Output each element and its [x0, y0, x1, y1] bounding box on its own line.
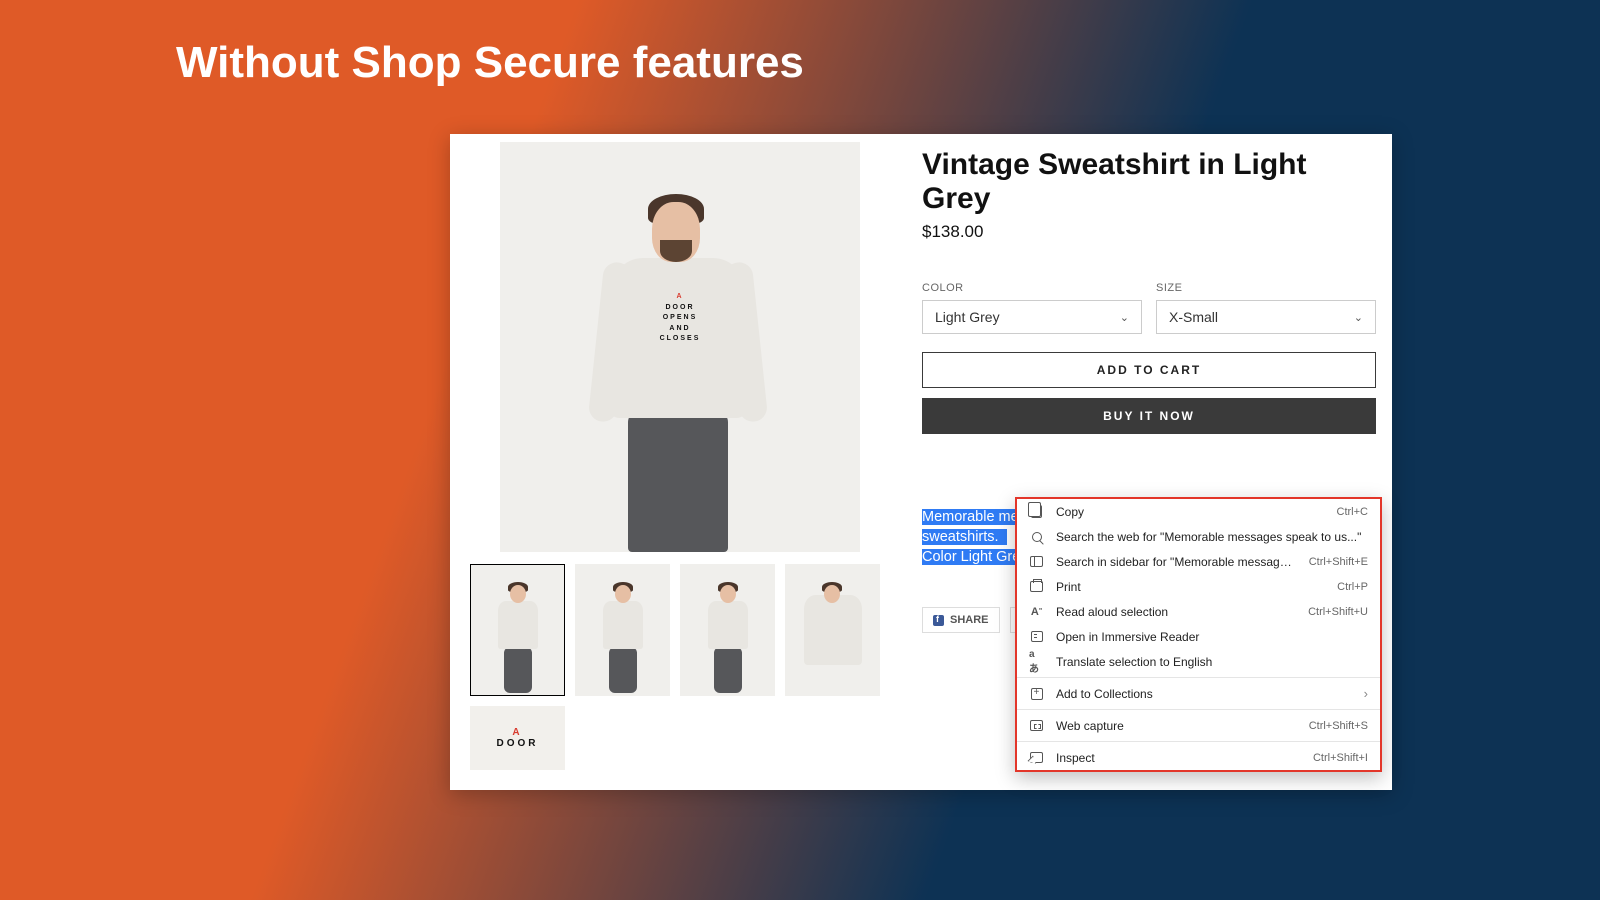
ctx-immersive-reader[interactable]: Open in Immersive Reader — [1017, 624, 1380, 649]
search-icon — [1029, 529, 1044, 544]
ctx-inspect[interactable]: Inspect Ctrl+Shift+I — [1017, 745, 1380, 770]
inspect-icon — [1029, 750, 1044, 765]
immersive-reader-icon — [1029, 629, 1044, 644]
thumbnail-5[interactable]: A DOOR — [470, 706, 565, 770]
add-to-cart-button[interactable]: ADD TO CART — [922, 352, 1376, 388]
facebook-icon — [933, 615, 944, 626]
context-menu: Copy Ctrl+C Search the web for "Memorabl… — [1015, 497, 1382, 772]
copy-icon — [1029, 504, 1044, 519]
slide-title: Without Shop Secure features — [176, 38, 804, 88]
chevron-right-icon: › — [1364, 686, 1368, 701]
shirt-text-1: DOOR — [666, 304, 695, 311]
buy-now-button[interactable]: BUY IT NOW — [922, 398, 1376, 434]
ctx-print[interactable]: Print Ctrl+P — [1017, 574, 1380, 599]
thumbnail-row: A DOOR — [470, 564, 890, 770]
thumb5-a: A — [512, 727, 522, 738]
size-select[interactable]: X-Small ⌄ — [1156, 300, 1376, 334]
read-aloud-icon: A" — [1029, 604, 1044, 619]
thumbnail-3[interactable] — [680, 564, 775, 696]
shirt-text-2: OPENS — [663, 314, 698, 321]
ctx-search-web[interactable]: Search the web for "Memorable messages s… — [1017, 524, 1380, 549]
model-illustration: A DOOR OPENS AND CLOSES — [580, 172, 780, 552]
translate-icon: aあ — [1029, 654, 1044, 669]
thumbnail-2[interactable] — [575, 564, 670, 696]
thumbnail-4[interactable] — [785, 564, 880, 696]
main-product-image[interactable]: A DOOR OPENS AND CLOSES — [500, 142, 860, 552]
ctx-copy[interactable]: Copy Ctrl+C — [1017, 499, 1380, 524]
color-select[interactable]: Light Grey ⌄ — [922, 300, 1142, 334]
product-price: $138.00 — [922, 222, 1376, 242]
ctx-add-collections[interactable]: Add to Collections › — [1017, 681, 1380, 706]
ctx-read-aloud[interactable]: A" Read aloud selection Ctrl+Shift+U — [1017, 599, 1380, 624]
share-facebook-button[interactable]: SHARE — [922, 607, 1000, 633]
thumb5-l1: DOOR — [497, 738, 539, 749]
product-gallery: A DOOR OPENS AND CLOSES — [470, 142, 890, 790]
ctx-translate[interactable]: aあ Translate selection to English — [1017, 649, 1380, 674]
ctx-separator — [1017, 741, 1380, 742]
color-label: COLOR — [922, 282, 1142, 294]
size-value: X-Small — [1169, 309, 1218, 325]
web-capture-icon — [1029, 718, 1044, 733]
ctx-separator — [1017, 709, 1380, 710]
ctx-search-sidebar[interactable]: Search in sidebar for "Memorable message… — [1017, 549, 1380, 574]
collections-icon — [1029, 686, 1044, 701]
chevron-down-icon: ⌄ — [1354, 311, 1363, 324]
shirt-text-3: AND — [669, 325, 690, 332]
product-title: Vintage Sweatshirt in Light Grey — [922, 148, 1376, 216]
shirt-text-4: CLOSES — [660, 335, 701, 342]
ctx-separator — [1017, 677, 1380, 678]
thumbnail-1[interactable] — [470, 564, 565, 696]
sidebar-search-icon — [1029, 554, 1044, 569]
size-label: SIZE — [1156, 282, 1376, 294]
print-icon — [1029, 579, 1044, 594]
chevron-down-icon: ⌄ — [1120, 311, 1129, 324]
color-value: Light Grey — [935, 309, 1000, 325]
share-fb-label: SHARE — [950, 614, 989, 626]
ctx-web-capture[interactable]: Web capture Ctrl+Shift+S — [1017, 713, 1380, 738]
shirt-text-a: A — [676, 293, 683, 300]
